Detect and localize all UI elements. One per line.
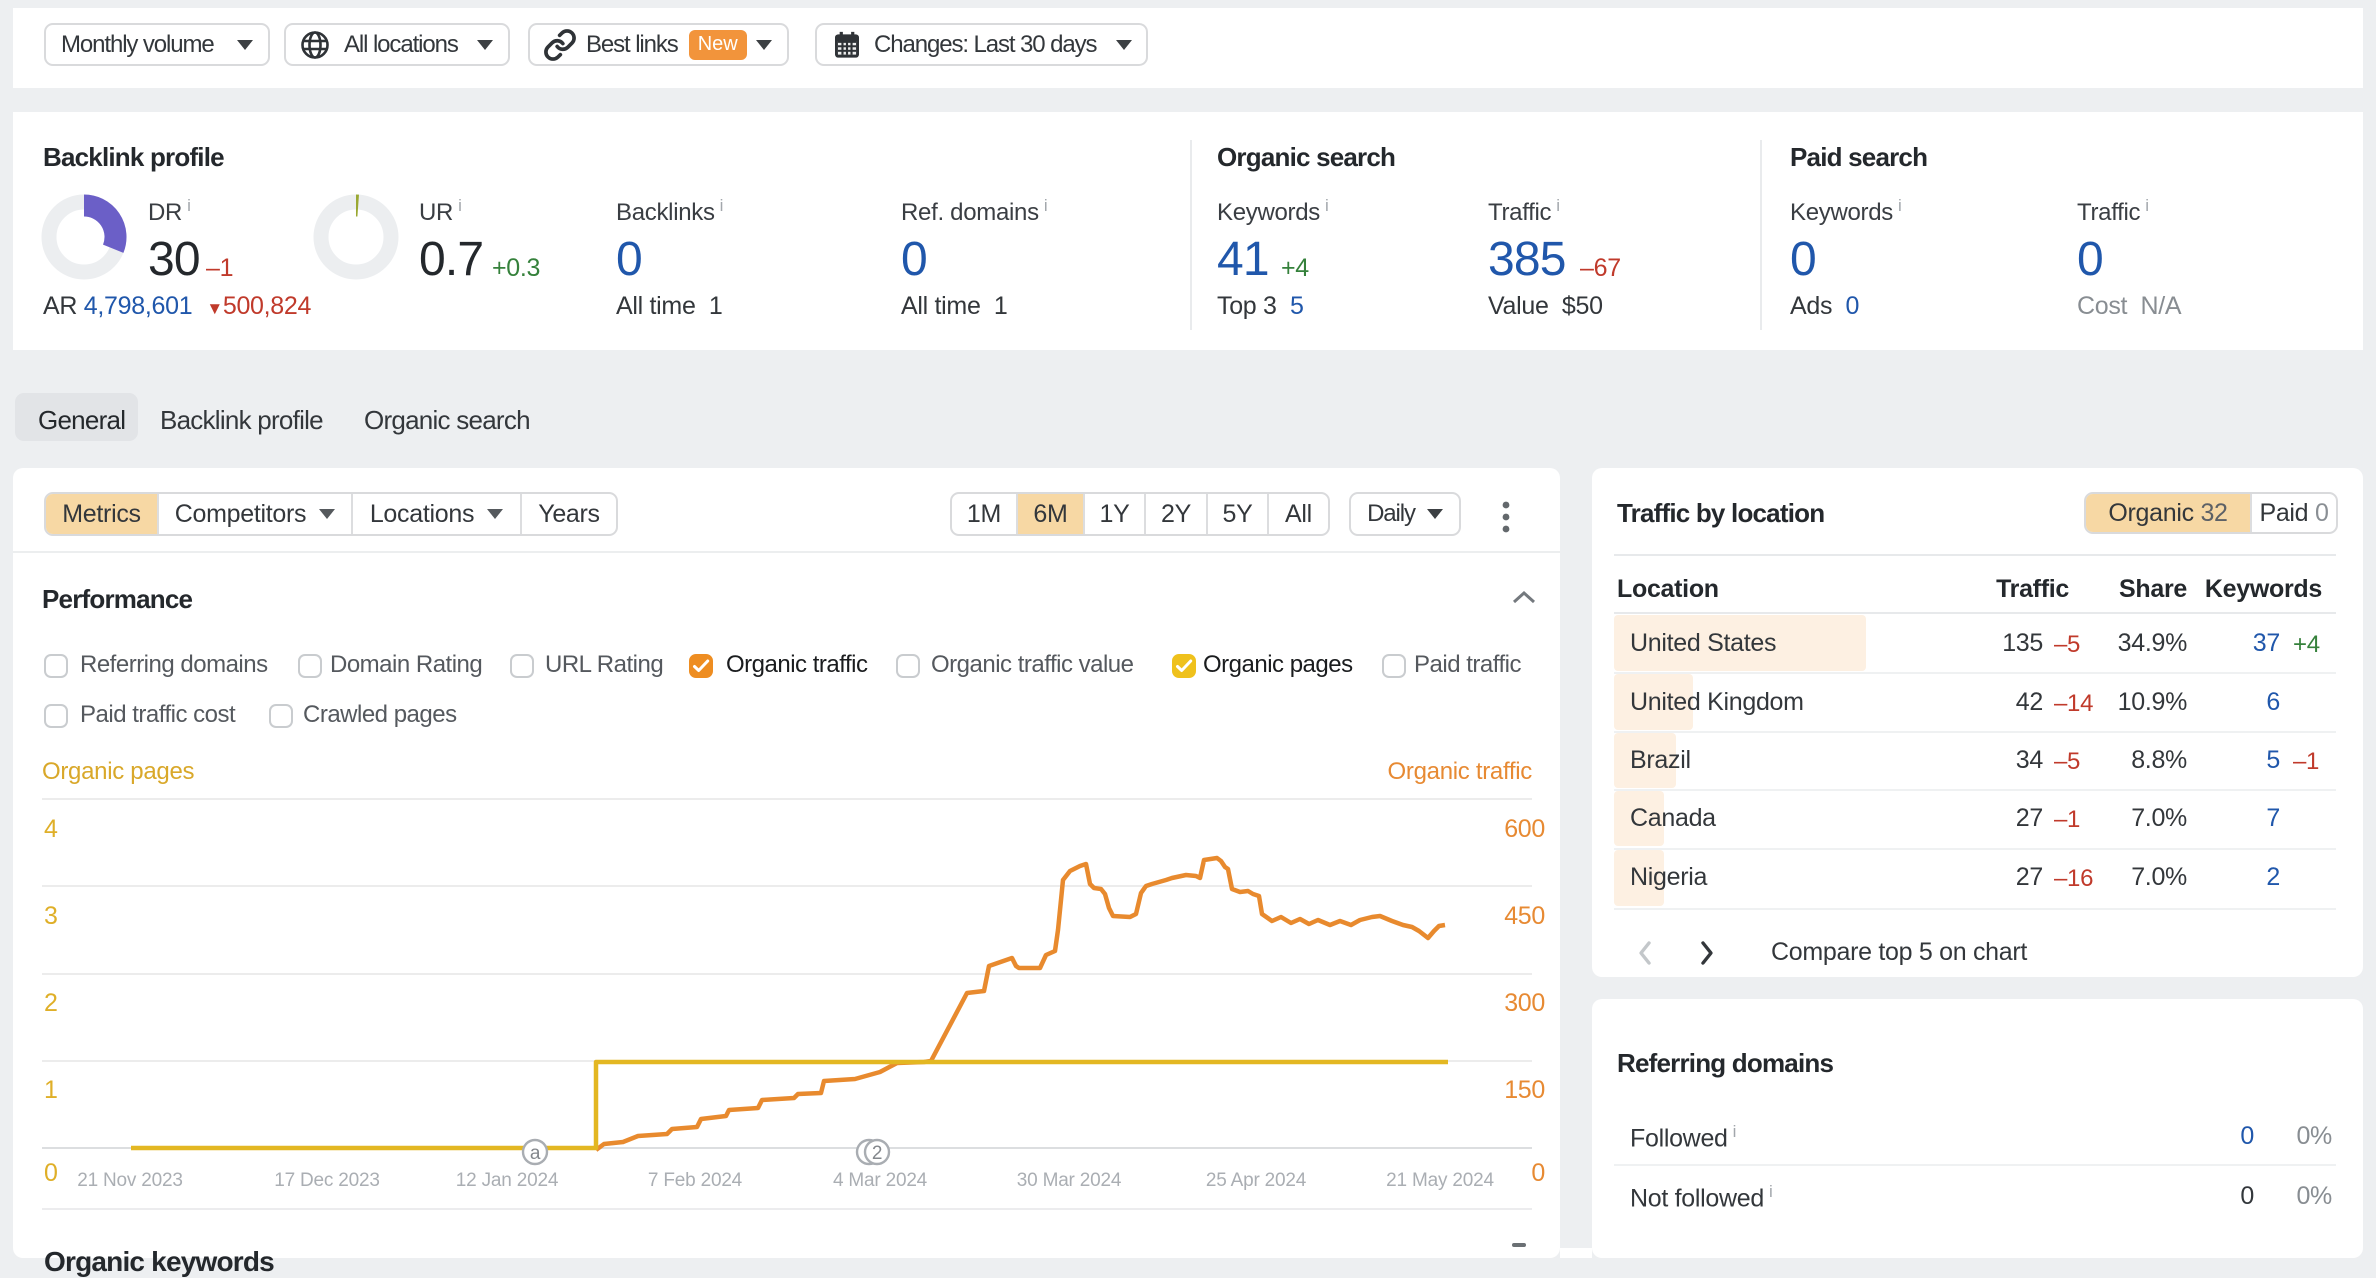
svg-text:a: a [530,1143,541,1164]
svg-text:25 Apr 2024: 25 Apr 2024 [1206,1170,1307,1191]
svg-text:1: 1 [44,1076,58,1104]
svg-text:4 Mar 2024: 4 Mar 2024 [833,1170,928,1191]
svg-text:21 May 2024: 21 May 2024 [1386,1170,1494,1191]
svg-text:0: 0 [1531,1159,1545,1187]
svg-text:3: 3 [44,902,58,930]
svg-text:450: 450 [1504,902,1545,930]
svg-text:21 Nov 2023: 21 Nov 2023 [77,1170,183,1191]
svg-text:2: 2 [44,989,58,1017]
svg-text:7 Feb 2024: 7 Feb 2024 [648,1170,743,1191]
svg-text:300: 300 [1504,989,1545,1017]
svg-text:2: 2 [872,1143,882,1164]
svg-text:17 Dec 2023: 17 Dec 2023 [274,1170,380,1191]
svg-text:30 Mar 2024: 30 Mar 2024 [1017,1170,1122,1191]
svg-text:Organic pages: Organic pages [42,758,194,785]
svg-text:150: 150 [1504,1076,1545,1104]
svg-text:Organic traffic: Organic traffic [1388,758,1533,785]
svg-text:4: 4 [44,815,58,843]
svg-text:12 Jan 2024: 12 Jan 2024 [456,1170,559,1191]
svg-text:0: 0 [44,1159,58,1187]
svg-text:600: 600 [1504,815,1545,843]
